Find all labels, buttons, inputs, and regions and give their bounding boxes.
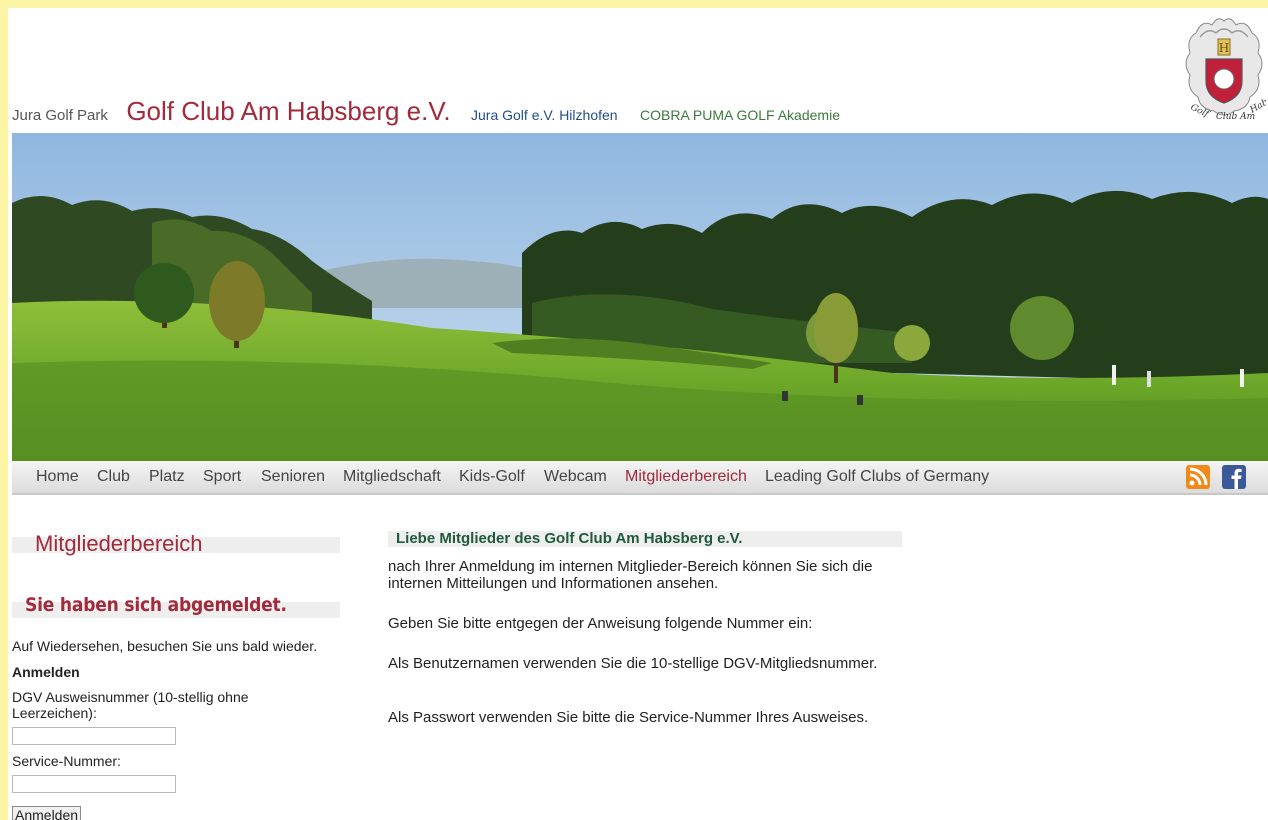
password-paragraph: Als Passwort verwenden Sie bitte die Ser… [388,709,869,726]
rss-icon[interactable] [1186,465,1210,489]
logout-status-bar: Sie haben sich abgemeldet. [12,594,340,618]
club-title-link[interactable]: Golf Club Am Habsberg e.V. [126,96,450,127]
intro-paragraph: nach Ihrer Anmeldung im internen Mitglie… [388,558,873,592]
sidebar-title: Mitgliederbereich [35,531,203,556]
goodbye-text: Auf Wiedersehen, besuchen Sie uns bald w… [12,638,318,654]
login-button[interactable]: Anmelden [12,806,82,820]
main-navigation: Home Club Platz Sport Senioren Mitglieds… [12,461,1268,495]
dgv-number-label: DGV Ausweisnummer (10-stellig ohne Leerz… [12,689,249,721]
club-crest-logo[interactable]: H Golf Club Am Hab [1182,13,1266,123]
site-header-links: Jura Golf Park Golf Club Am Habsberg e.V… [12,96,840,126]
page: Jura Golf Park Golf Club Am Habsberg e.V… [8,8,1268,820]
nav-item-webcam[interactable]: Webcam [544,468,607,486]
login-heading: Anmelden [12,664,80,680]
nav-item-club[interactable]: Club [97,468,130,486]
dgv-number-input[interactable] [12,727,176,745]
username-paragraph: Als Benutzernamen verwenden Sie die 10-s… [388,655,878,672]
nav-item-sport[interactable]: Sport [203,468,241,486]
nav-item-senioren[interactable]: Senioren [261,468,325,486]
logout-status-message: Sie haben sich abgemeldet. [25,594,287,616]
svg-text:H: H [1219,41,1229,55]
nav-item-mitgliederbereich[interactable]: Mitgliederbereich [625,468,747,486]
service-number-label: Service-Nummer: [12,753,121,769]
nav-item-home[interactable]: Home [36,468,79,486]
golf-course-hero-image [12,133,1268,461]
nav-item-mitgliedschaft[interactable]: Mitgliedschaft [343,468,441,486]
hilzhofen-link[interactable]: Jura Golf e.V. Hilzhofen [471,107,618,123]
akademie-link[interactable]: COBRA PUMA GOLF Akademie [640,107,840,123]
svg-text:Club Am: Club Am [1216,112,1255,122]
service-number-input[interactable] [12,775,176,793]
nav-item-leading-golf-clubs[interactable]: Leading Golf Clubs of Germany [765,468,989,486]
sidebar-title-bar: Mitgliederbereich [12,531,340,556]
jura-golf-park-link[interactable]: Jura Golf Park [12,107,108,124]
instruction-paragraph: Geben Sie bitte entgegen der Anweisung f… [388,615,813,632]
nav-item-kids-golf[interactable]: Kids-Golf [459,468,525,486]
content-heading-bar: Liebe Mitglieder des Golf Club Am Habsbe… [388,530,902,547]
facebook-icon[interactable] [1222,465,1246,489]
nav-item-platz[interactable]: Platz [149,468,185,486]
content-heading: Liebe Mitglieder des Golf Club Am Habsbe… [396,530,743,547]
